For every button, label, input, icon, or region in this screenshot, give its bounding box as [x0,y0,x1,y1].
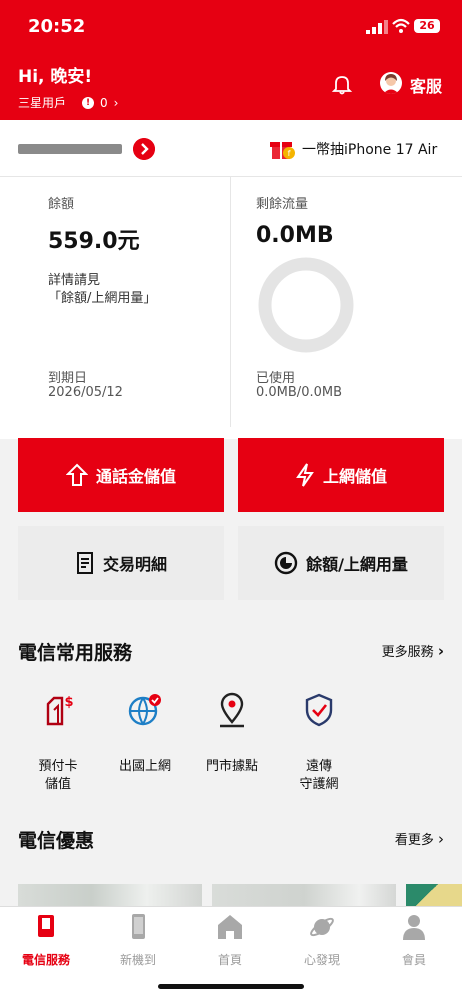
card-divider [230,177,231,427]
chevron-right-icon: › [438,830,444,848]
offers-title: 電信優惠 [18,830,95,852]
nav-member[interactable]: 會員 [368,913,460,968]
more-services-link[interactable]: 更多服務 › [382,641,444,660]
call-topup-label: 通話金儲值 [95,467,176,486]
data-usage-ring [258,257,354,353]
receipt-icon [76,552,93,574]
planet-icon [310,917,334,937]
person-icon [403,915,425,940]
nav-discover[interactable]: 心發現 [276,913,368,968]
expiry-label: 到期日 [48,371,88,386]
service-store-locations[interactable]: 門市據點 [192,690,272,776]
service-label: 出國上網 [118,759,171,774]
nav-telecom-services[interactable]: 電信服務 [0,913,92,968]
points-coin-icon: ! [82,96,95,109]
account-strip: f 一幣抽iPhone 17 Air [0,120,462,177]
home-indicator [158,984,304,989]
user-type-label: 三星用戶 [18,96,67,110]
data-topup-button[interactable]: 上網儲值 [238,438,444,512]
phone-card-icon [38,915,54,937]
app-header: 20:52 26 Hi, 晚安! 三星用戶 ! 0 › 客服 [0,0,462,120]
switch-account-arrow-icon[interactable] [133,138,155,160]
chevron-right-icon: › [437,642,444,660]
balance-label: 餘額 [48,197,75,212]
user-info-row[interactable]: 三星用戶 ! 0 › [18,94,118,111]
customer-service-button[interactable]: 客服 [410,73,442,97]
data-used-label: 已使用 [256,371,296,386]
transactions-label: 交易明細 [102,555,167,574]
balance-card: 餘額 559.0元 詳情請見 「餘額/上網用量」 到期日 2026/05/12 … [0,177,462,439]
cellular-signal-icon [366,20,388,34]
offer-thumbnail[interactable] [212,884,396,908]
status-bar: 20:52 26 [0,0,462,52]
service-label: 門市據點 [205,759,258,774]
service-label: 守護網 [299,777,339,792]
nav-home[interactable]: 首頁 [184,913,276,968]
shield-check-icon [305,693,333,727]
call-topup-button[interactable]: 通話金儲值 [18,438,224,512]
usage-button[interactable]: 餘額/上網用量 [238,526,444,600]
more-offers-link[interactable]: 看更多 › [395,829,444,848]
globe-icon [128,694,161,726]
usage-label: 餘額/上網用量 [306,555,408,574]
service-label: 遠傳 [305,759,332,774]
masked-phone-number [18,144,122,154]
balance-amount: 559.0元 [48,229,140,254]
status-time: 20:52 [28,16,86,37]
notification-bell-icon[interactable] [331,73,353,95]
location-pin-icon [220,692,244,728]
nav-label: 電信服務 [21,953,70,967]
service-fet-guardian[interactable]: 遠傳 守護網 [279,690,359,794]
data-remaining-value: 0.0MB [256,223,334,248]
gift-icon[interactable]: f [270,137,296,161]
greeting-text: Hi, 晚安! [18,67,93,87]
svg-text:$: $ [64,695,73,710]
balance-note-line2: 「餘額/上網用量」 [48,291,157,306]
data-topup-label: 上網儲值 [322,467,387,486]
offer-thumbnail[interactable] [406,884,462,908]
points-value: 0 [100,95,108,110]
nav-new-phones[interactable]: 新機到 [92,913,184,968]
battery-indicator: 26 [414,19,440,33]
transactions-button[interactable]: 交易明細 [18,526,224,600]
more-offers-label: 看更多 [394,833,434,848]
svg-text:f: f [288,149,291,158]
service-label: 儲值 [44,777,71,792]
nav-label: 心發現 [303,953,340,967]
service-prepaid-topup[interactable]: $ 預付卡 儲值 [18,690,98,794]
service-label: 預付卡 [38,759,78,774]
nav-label: 首頁 [217,953,242,967]
wifi-icon [392,18,410,33]
chevron-right-icon: › [113,95,119,110]
service-roaming[interactable]: 出國上網 [105,690,185,776]
nav-label: 會員 [401,953,426,967]
more-services-label: 更多服務 [381,645,434,660]
offer-thumbnail[interactable] [18,884,202,908]
smartphone-icon [132,914,145,939]
expiry-date: 2026/05/12 [48,385,123,400]
customer-service-avatar-icon[interactable] [380,72,402,94]
arrow-up-icon [65,463,88,486]
home-icon [218,915,242,939]
nav-label: 新機到 [119,953,156,967]
lightning-icon [296,463,314,487]
data-remaining-label: 剩餘流量 [256,197,309,212]
services-title: 電信常用服務 [18,642,133,664]
prepaid-card-icon: $ [46,695,74,726]
balance-note-line1: 詳情請見 [48,273,101,288]
promo-link[interactable]: 一幣抽iPhone 17 Air [302,139,437,159]
data-used-value: 0.0MB/0.0MB [256,385,342,400]
pie-chart-icon [274,551,298,575]
